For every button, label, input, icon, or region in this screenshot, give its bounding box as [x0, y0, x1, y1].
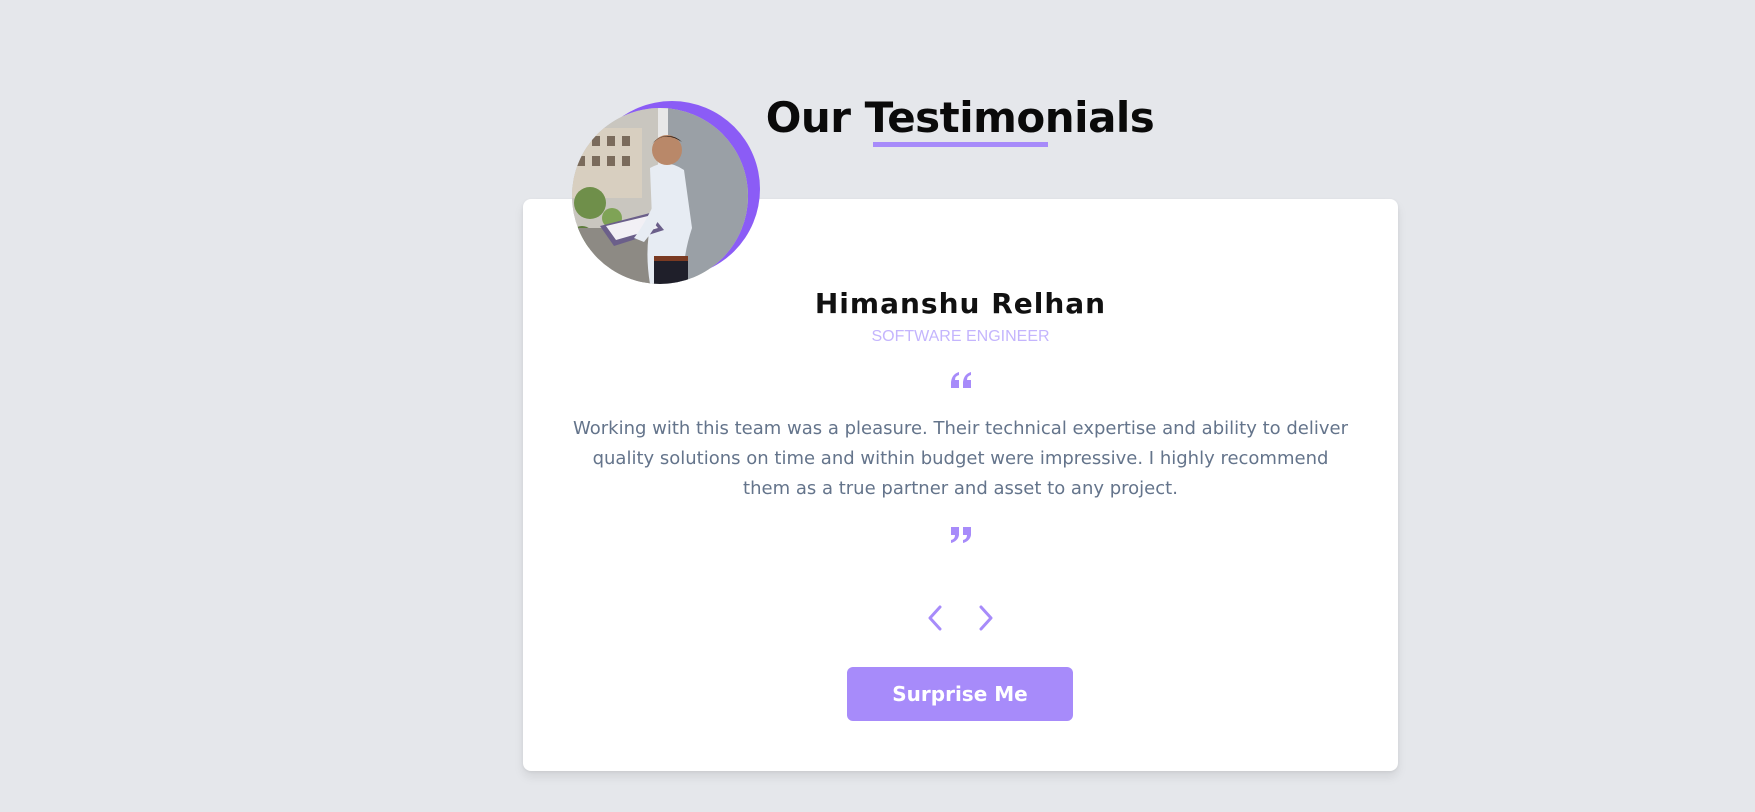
page-title: Our Testimonials — [765, 93, 1155, 142]
testimonial-role: SOFTWARE ENGINEER — [871, 328, 1050, 345]
next-button[interactable] — [971, 601, 1001, 635]
quote-open-icon — [523, 370, 1398, 394]
testimonials-page: Our Testimonials Himanshu Relhan SOFTWAR… — [0, 0, 1755, 812]
chevron-right-icon — [979, 605, 993, 631]
chevron-left-icon — [928, 605, 942, 631]
quote-close-icon — [523, 525, 1398, 549]
testimonial-text: Working with this team was a pleasure. T… — [572, 418, 1348, 499]
person-photo-image — [572, 108, 748, 284]
avatar — [572, 101, 760, 289]
section-heading: Our Testimonials — [0, 88, 1755, 148]
avatar-photo — [572, 108, 748, 284]
surprise-me-button[interactable]: Surprise Me — [847, 667, 1073, 721]
title-underline — [873, 142, 1048, 147]
prev-button[interactable] — [920, 601, 950, 635]
testimonial-name: Himanshu Relhan — [814, 287, 1107, 320]
